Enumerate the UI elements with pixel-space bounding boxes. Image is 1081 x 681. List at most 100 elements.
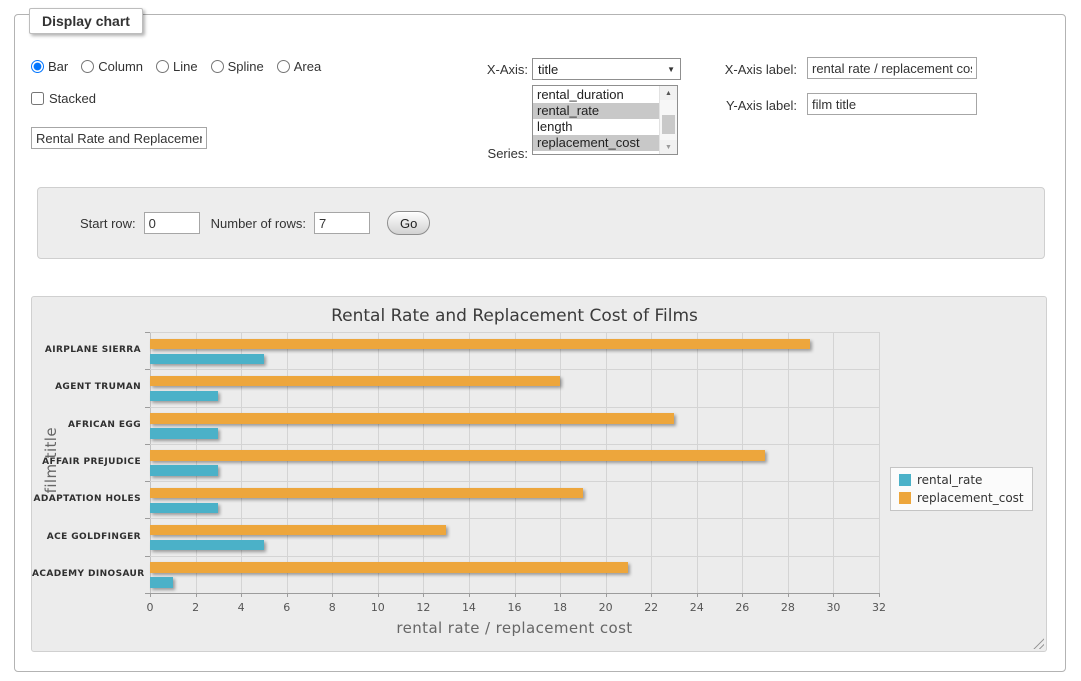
bar-rental_rate[interactable]: [150, 391, 218, 402]
bar-rental_rate[interactable]: [150, 465, 218, 476]
bar-rental_rate[interactable]: [150, 540, 264, 551]
scroll-up-icon[interactable]: ▲: [660, 86, 677, 100]
go-button[interactable]: Go: [387, 211, 430, 235]
bar-replacement_cost[interactable]: [150, 525, 446, 536]
y-axis-title: film title: [42, 427, 60, 493]
gridline-v: [469, 332, 470, 593]
x-axis-label-input[interactable]: [807, 57, 977, 79]
y-tick: [145, 481, 150, 482]
gridline-v: [651, 332, 652, 593]
gridline-h: [150, 332, 879, 333]
x-axis-line: [150, 593, 880, 594]
x-tick-label: 14: [454, 601, 484, 614]
gridline-h: [150, 369, 879, 370]
gridline-v: [241, 332, 242, 593]
bar-rental_rate[interactable]: [150, 428, 218, 439]
gridline-v: [833, 332, 834, 593]
legend-item-replacement_cost[interactable]: replacement_cost: [899, 491, 1024, 505]
legend-item-rental_rate[interactable]: rental_rate: [899, 473, 1024, 487]
chart-type-group: Bar Column Line Spline Area: [31, 59, 321, 74]
chart-type-label-line: Line: [173, 59, 198, 74]
series-option-rental_rate[interactable]: rental_rate: [533, 103, 659, 119]
chart-type-label-area: Area: [294, 59, 321, 74]
x-axis-select-value: title: [538, 62, 667, 77]
category-label: ACE GOLDFINGER: [32, 532, 141, 542]
resize-handle[interactable]: [1033, 638, 1044, 649]
series-listbox[interactable]: rental_durationrental_ratelengthreplacem…: [532, 85, 678, 155]
series-scrollbar[interactable]: ▲ ▼: [659, 86, 677, 154]
x-axis-select-label: X-Axis:: [422, 62, 528, 77]
gridline-v: [332, 332, 333, 593]
bar-replacement_cost[interactable]: [150, 562, 628, 573]
chart-type-radio-line[interactable]: [156, 60, 169, 73]
x-tick-label: 4: [226, 601, 256, 614]
bar-replacement_cost[interactable]: [150, 413, 674, 424]
stacked-label: Stacked: [49, 91, 96, 106]
chart-type-radio-column[interactable]: [81, 60, 94, 73]
x-tick-label: 8: [317, 601, 347, 614]
stacked-row: Stacked: [31, 91, 96, 106]
gridline-h: [150, 481, 879, 482]
series-option-replacement_cost[interactable]: replacement_cost: [533, 135, 659, 151]
display-chart-panel: Display chart BarColumnLineSplineArea St…: [14, 14, 1066, 672]
num-rows-input[interactable]: [314, 212, 370, 234]
bar-rental_rate[interactable]: [150, 354, 264, 365]
category-label: ACADEMY DINOSAUR: [32, 569, 141, 579]
bar-rental_rate[interactable]: [150, 577, 173, 588]
chart-type-radio-area[interactable]: [277, 60, 290, 73]
y-axis-label-label: Y-Axis label:: [681, 98, 797, 113]
stacked-checkbox[interactable]: [31, 92, 44, 105]
gridline-h: [150, 407, 879, 408]
chart-title-input[interactable]: [31, 127, 207, 149]
panel-title: Display chart: [29, 8, 143, 34]
chart-type-label-spline: Spline: [228, 59, 264, 74]
y-tick: [145, 369, 150, 370]
gridline-v: [515, 332, 516, 593]
x-axis-select[interactable]: title ▼: [532, 58, 681, 80]
x-tick-label: 12: [408, 601, 438, 614]
x-tick-label: 22: [636, 601, 666, 614]
gridline-v: [560, 332, 561, 593]
gridline-h: [150, 518, 879, 519]
chart-type-label-bar: Bar: [48, 59, 68, 74]
bar-replacement_cost[interactable]: [150, 339, 810, 350]
series-option-rental_duration[interactable]: rental_duration: [533, 87, 659, 103]
scrollbar-thumb[interactable]: [662, 115, 675, 134]
series-options: rental_durationrental_ratelengthreplacem…: [533, 86, 659, 154]
x-tick-label: 2: [181, 601, 211, 614]
x-tick-label: 16: [500, 601, 530, 614]
scroll-down-icon[interactable]: ▼: [660, 140, 677, 154]
x-tick-label: 24: [682, 601, 712, 614]
chart-type-option-column: Column: [81, 59, 143, 74]
num-rows-label: Number of rows:: [211, 216, 306, 231]
category-label: AIRPLANE SIERRA: [32, 345, 141, 355]
start-row-label: Start row:: [80, 216, 136, 231]
chart-container: Rental Rate and Replacement Cost of Film…: [31, 296, 1047, 652]
x-tick-label: 10: [363, 601, 393, 614]
legend-swatch-rental_rate: [899, 474, 911, 486]
y-axis-label-input[interactable]: [807, 93, 977, 115]
gridline-v: [606, 332, 607, 593]
chart-type-label-column: Column: [98, 59, 143, 74]
y-tick: [145, 444, 150, 445]
chart-type-radio-bar[interactable]: [31, 60, 44, 73]
x-axis-label-label: X-Axis label:: [681, 62, 797, 77]
gridline-h: [150, 556, 879, 557]
x-tick-label: 18: [545, 601, 575, 614]
y-tick: [145, 518, 150, 519]
gridline-v: [742, 332, 743, 593]
y-tick: [145, 407, 150, 408]
bar-replacement_cost[interactable]: [150, 450, 765, 461]
gridline-v: [378, 332, 379, 593]
chart-type-option-spline: Spline: [211, 59, 264, 74]
chart-legend: rental_rate replacement_cost: [890, 467, 1033, 511]
chart-type-radio-spline[interactable]: [211, 60, 224, 73]
series-option-length[interactable]: length: [533, 119, 659, 135]
bar-replacement_cost[interactable]: [150, 376, 560, 387]
gridline-v: [196, 332, 197, 593]
x-tick-label: 26: [727, 601, 757, 614]
bar-rental_rate[interactable]: [150, 503, 218, 514]
bar-replacement_cost[interactable]: [150, 488, 583, 499]
start-row-input[interactable]: [144, 212, 200, 234]
gridline-v: [423, 332, 424, 593]
